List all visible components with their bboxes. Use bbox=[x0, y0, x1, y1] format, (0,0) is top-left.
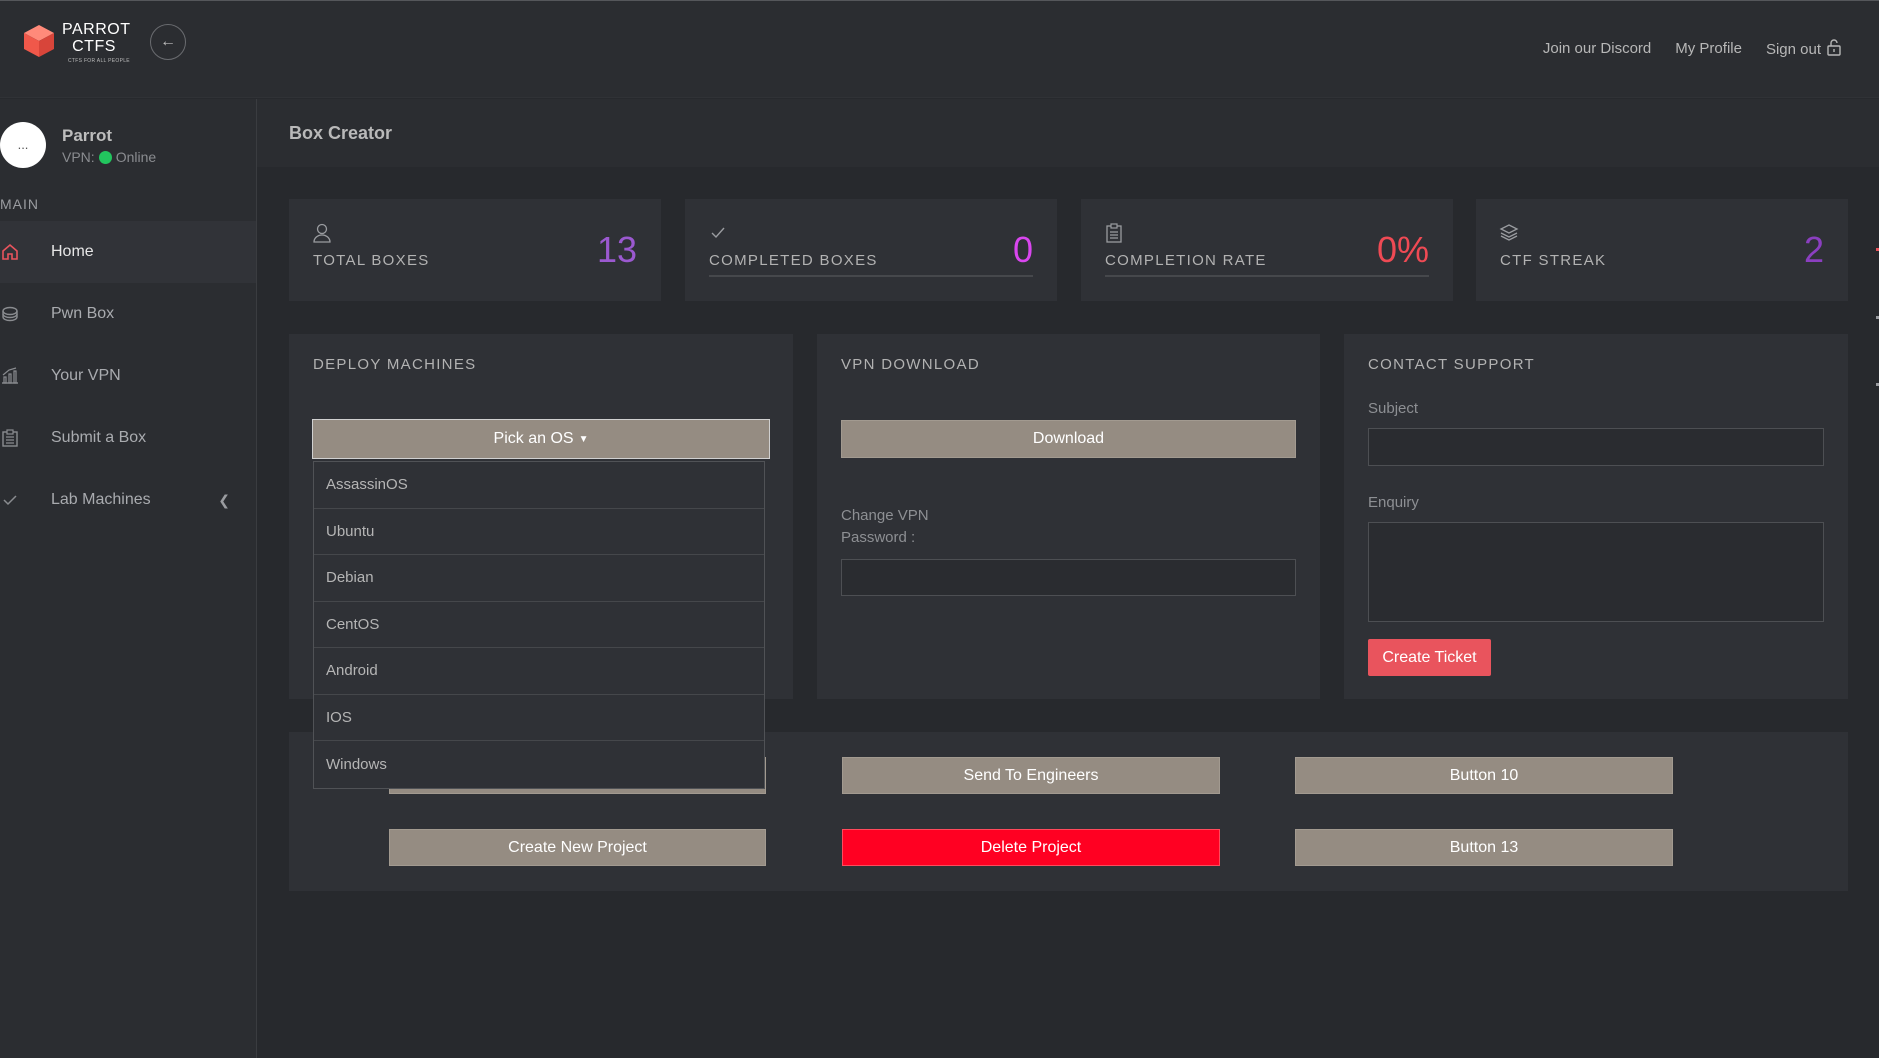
caret-down-icon: ▼ bbox=[578, 433, 589, 445]
user-icon bbox=[313, 223, 331, 243]
sidebar-item-label: Your VPN bbox=[51, 367, 121, 384]
page-header: Box Creator bbox=[257, 99, 1879, 167]
stat-divider bbox=[709, 275, 1033, 277]
vpn-status-text: Online bbox=[115, 149, 157, 165]
home-icon bbox=[0, 242, 20, 262]
os-dropdown-menu: AssassinOS Ubuntu Debian CentOS Android … bbox=[313, 461, 765, 789]
box-icon bbox=[0, 304, 20, 324]
vpn-label: VPN: bbox=[62, 149, 95, 165]
sidebar-item-lab-machines[interactable]: Lab Machines ❮ bbox=[0, 469, 256, 531]
button-10[interactable]: Button 10 bbox=[1295, 757, 1673, 794]
enquiry-textarea[interactable] bbox=[1368, 522, 1824, 622]
stat-value: 2 bbox=[1803, 229, 1824, 270]
arrow-left-icon: ← bbox=[160, 33, 176, 50]
stat-value: 0 bbox=[1012, 229, 1033, 270]
app-window: PARROT CTFS CTFS FOR ALL PEOPLE ← Join o… bbox=[0, 0, 1879, 1060]
os-option[interactable]: Windows bbox=[314, 741, 764, 788]
create-ticket-button[interactable]: Create Ticket bbox=[1368, 639, 1491, 676]
brand-tagline: CTFS FOR ALL PEOPLE bbox=[68, 58, 130, 64]
layers-icon bbox=[1499, 224, 1519, 241]
page-title: Box Creator bbox=[289, 123, 393, 143]
top-nav: Join our Discord My Profile Sign out bbox=[1543, 39, 1841, 58]
sidebar-item-your-vpn[interactable]: Your VPN bbox=[0, 345, 256, 407]
sidebar-item-label: Lab Machines bbox=[51, 491, 151, 508]
delete-project-button[interactable]: Delete Project bbox=[842, 829, 1220, 866]
stat-card-ctf-streak: CTF STREAK 2 bbox=[1476, 199, 1848, 301]
stat-value: 13 bbox=[596, 229, 637, 270]
sidebar-item-label: Submit a Box bbox=[51, 429, 147, 446]
stat-label: COMPLETION RATE bbox=[1105, 252, 1267, 269]
change-vpn-password-label: Change VPN Password : bbox=[841, 505, 929, 549]
stat-label: COMPLETED BOXES bbox=[709, 252, 878, 269]
stat-card-completed-boxes: COMPLETED BOXES 0 bbox=[685, 199, 1057, 301]
online-dot-icon bbox=[98, 150, 112, 164]
os-option[interactable]: Android bbox=[314, 648, 764, 695]
subject-label: Subject bbox=[1368, 400, 1419, 417]
subject-input[interactable] bbox=[1368, 428, 1824, 466]
sidebar-item-submit-box[interactable]: Submit a Box bbox=[0, 407, 256, 469]
os-option[interactable]: Debian bbox=[314, 555, 764, 602]
os-option[interactable]: AssassinOS bbox=[314, 462, 764, 509]
stat-card-total-boxes: TOTAL BOXES 13 bbox=[289, 199, 661, 301]
vpn-password-input[interactable] bbox=[841, 559, 1296, 596]
pick-os-label: Pick an OS bbox=[493, 430, 574, 447]
top-bar: PARROT CTFS CTFS FOR ALL PEOPLE ← Join o… bbox=[0, 0, 1879, 98]
vpn-status: VPN: Online bbox=[62, 149, 156, 165]
sidebar-item-label: Home bbox=[51, 243, 94, 260]
sidebar-nav: Home Pwn Box Your VPN Submit a Box Lab M… bbox=[0, 221, 256, 531]
check-icon bbox=[0, 490, 20, 510]
sidebar-item-label: Pwn Box bbox=[51, 305, 115, 322]
avatar[interactable]: ... bbox=[0, 122, 46, 168]
unlock-icon bbox=[1827, 39, 1841, 56]
clipboard-icon bbox=[0, 428, 20, 448]
cube-logo-icon bbox=[24, 25, 54, 57]
download-button[interactable]: Download bbox=[841, 420, 1296, 458]
os-option[interactable]: IOS bbox=[314, 695, 764, 741]
stat-card-completion-rate: COMPLETION RATE 0% bbox=[1081, 199, 1453, 301]
sidebar-section-label: MAIN bbox=[0, 196, 39, 212]
sidebar-item-home[interactable]: Home bbox=[0, 221, 256, 283]
enquiry-label: Enquiry bbox=[1368, 494, 1419, 511]
button-13[interactable]: Button 13 bbox=[1295, 829, 1673, 866]
my-profile-link[interactable]: My Profile bbox=[1675, 40, 1742, 57]
sign-out-label: Sign out bbox=[1765, 41, 1821, 58]
change-vpn-label-line1: Change VPN bbox=[841, 507, 929, 524]
discord-link[interactable]: Join our Discord bbox=[1543, 40, 1651, 57]
pick-os-dropdown[interactable]: Pick an OS ▼ bbox=[312, 419, 770, 459]
change-vpn-label-line2: Password : bbox=[841, 529, 916, 546]
stat-label: CTF STREAK bbox=[1500, 252, 1607, 269]
panel-title: CONTACT SUPPORT bbox=[1368, 356, 1536, 373]
stat-value: 0% bbox=[1376, 229, 1429, 270]
stat-label: TOTAL BOXES bbox=[313, 252, 430, 269]
os-option[interactable]: Ubuntu bbox=[314, 509, 764, 555]
chart-icon bbox=[0, 366, 20, 386]
stat-divider bbox=[1105, 275, 1429, 277]
chevron-left-icon: ❮ bbox=[218, 491, 230, 508]
send-to-engineers-button[interactable]: Send To Engineers bbox=[842, 757, 1220, 794]
sidebar-item-pwn-box[interactable]: Pwn Box bbox=[0, 283, 256, 345]
user-name: Parrot bbox=[62, 126, 113, 145]
sign-out-link[interactable]: Sign out bbox=[1766, 39, 1841, 58]
panel-title: VPN DOWNLOAD bbox=[841, 356, 980, 373]
collapse-sidebar-button[interactable]: ← bbox=[150, 24, 186, 60]
sidebar: ... Parrot VPN: Online MAIN Home Pwn Box… bbox=[0, 99, 257, 1060]
check-icon bbox=[711, 227, 725, 239]
panel-title: DEPLOY MACHINES bbox=[313, 356, 477, 373]
os-option[interactable]: CentOS bbox=[314, 602, 764, 648]
clipboard-icon bbox=[1106, 223, 1122, 243]
brand-name: PARROT CTFS bbox=[62, 21, 131, 55]
create-new-project-button[interactable]: Create New Project bbox=[389, 829, 766, 866]
brand-logo[interactable]: PARROT CTFS CTFS FOR ALL PEOPLE bbox=[22, 21, 132, 71]
